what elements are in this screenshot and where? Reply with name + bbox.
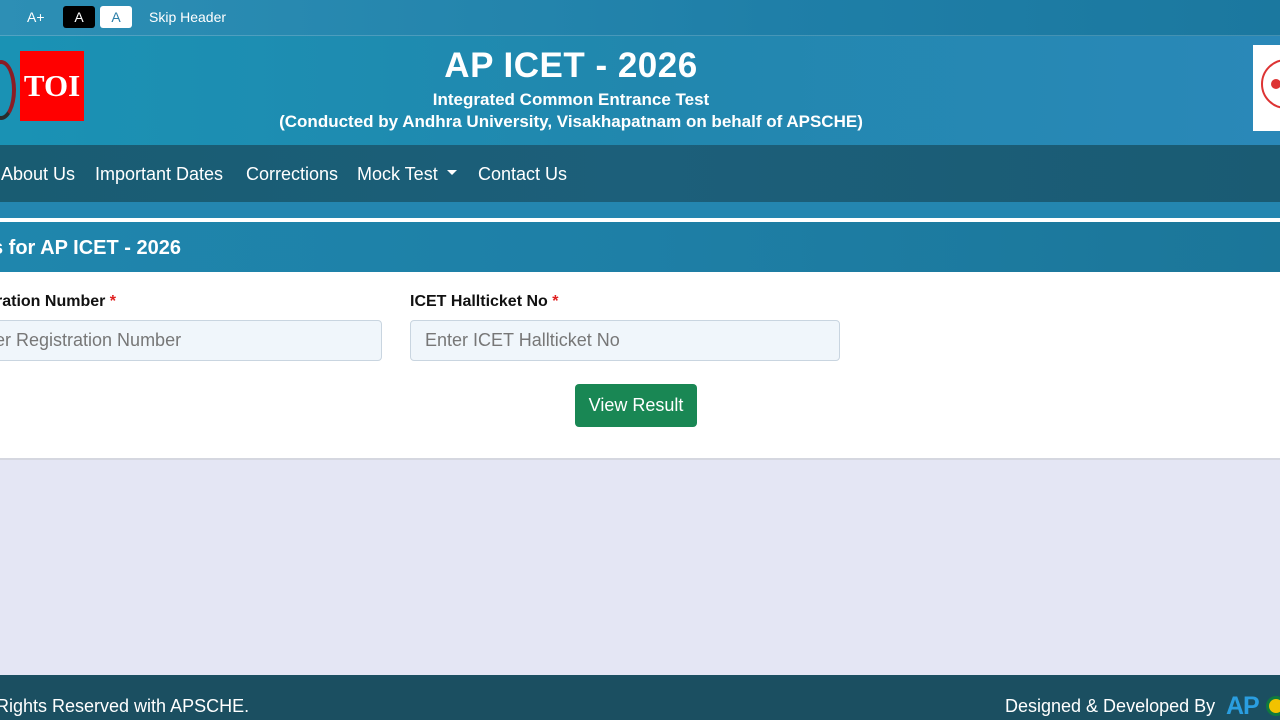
accessibility-bar: A+ A A Skip Header <box>0 0 1280 36</box>
registration-number-input[interactable] <box>0 320 382 361</box>
hallticket-label-text: ICET Hallticket No <box>410 293 548 310</box>
nav-mock-test[interactable]: Mock Test <box>357 164 457 185</box>
registration-number-label: ration Number * <box>0 293 116 311</box>
result-form: ration Number * ICET Hallticket No * Vie… <box>0 272 1280 460</box>
apsche-emblem-icon <box>1253 45 1280 131</box>
copyright-text: Rights Reserved with APSCHE. <box>0 696 250 716</box>
font-increase-button[interactable]: A+ <box>27 9 45 25</box>
header-strip <box>0 202 1280 218</box>
hallticket-label: ICET Hallticket No * <box>410 293 559 311</box>
nav-mock-test-label: Mock Test <box>357 164 438 184</box>
apo-logo[interactable]: AP <box>1226 692 1280 720</box>
nav-contact-us[interactable]: Contact Us <box>478 164 567 185</box>
site-header: TOI AP ICET - 2026 Integrated Common Ent… <box>0 36 1280 145</box>
skip-header-link[interactable]: Skip Header <box>149 9 226 25</box>
chevron-down-icon <box>446 169 457 175</box>
page-subtitle: Integrated Common Entrance Test <box>432 90 710 109</box>
nav-important-dates[interactable]: Important Dates <box>95 164 223 185</box>
nav-about-us[interactable]: About Us <box>1 164 75 185</box>
view-result-button[interactable]: View Result <box>575 384 697 427</box>
gear-icon <box>1266 696 1280 716</box>
nav-corrections[interactable]: Corrections <box>246 164 338 185</box>
site-footer: Rights Reserved with APSCHE. Designed & … <box>0 675 1280 720</box>
registration-number-label-text: ration Number <box>0 293 106 310</box>
main-nav: About Us Important Dates Corrections Moc… <box>0 145 1280 202</box>
required-mark: * <box>552 293 559 310</box>
card-header: s for AP ICET - 2026 <box>0 222 1280 272</box>
page-title: AP ICET - 2026 <box>444 46 698 85</box>
dark-contrast-button[interactable]: A <box>63 6 95 28</box>
hallticket-input[interactable] <box>410 320 840 361</box>
designed-by-text: Designed & Developed By <box>1005 696 1216 716</box>
required-mark: * <box>109 293 117 310</box>
conducted-by-text: (Conducted by Andhra University, Visakha… <box>279 112 863 131</box>
light-contrast-button[interactable]: A <box>100 6 132 28</box>
card-title: s for AP ICET - 2026 <box>0 237 181 259</box>
apo-logo-text: AP <box>1226 692 1260 720</box>
